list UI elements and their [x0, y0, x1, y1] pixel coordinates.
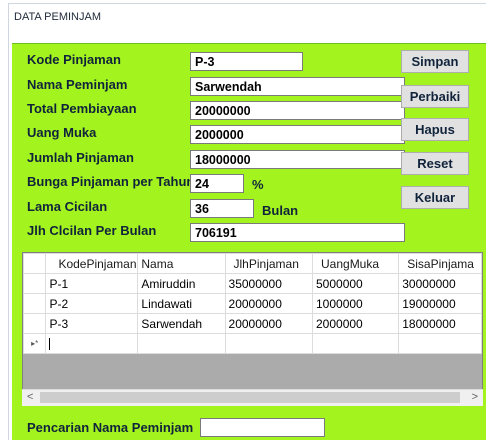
kode-pinjaman-field[interactable]: P-3	[190, 52, 303, 71]
search-input[interactable]	[200, 418, 325, 437]
cell-kodepinjaman[interactable]: P-2	[45, 293, 139, 314]
keluar-button[interactable]: Keluar	[401, 186, 469, 209]
total-pembiayaan-label: Total Pembiayaan	[27, 101, 137, 116]
col-header-nama[interactable]: Nama	[137, 253, 226, 274]
new-row-cell-jlhpinjaman[interactable]	[224, 333, 314, 354]
scroll-thumb[interactable]	[40, 392, 460, 403]
kode-pinjaman-label: Kode Pinjaman	[27, 52, 121, 67]
jumlah-pinjaman-field[interactable]: 18000000	[190, 150, 405, 169]
row-header[interactable]	[23, 273, 47, 294]
search-label: Pencarian Nama Peminjam	[27, 420, 194, 435]
peminjam-grid[interactable]: KodePinjaman Nama JlhPinjaman UangMuka S…	[22, 252, 483, 406]
cell-sisapinjaman[interactable]: 30000000	[398, 273, 482, 294]
percent-unit-label: %	[252, 177, 264, 192]
new-row-cell-uangmuka[interactable]	[311, 333, 400, 354]
cell-nama[interactable]: Lindawati	[137, 293, 226, 314]
cell-jlhpinjaman[interactable]: 20000000	[224, 293, 314, 314]
bunga-pinjaman-label: Bunga Pinjaman per Tahun	[27, 174, 195, 189]
cell-nama[interactable]: Amiruddin	[137, 273, 226, 294]
cell-kodepinjaman[interactable]: P-1	[45, 273, 139, 294]
cell-nama[interactable]: Sarwendah	[137, 313, 226, 334]
lama-cicilan-label: Lama Cicilan	[27, 199, 108, 214]
window-title: DATA PEMINJAM	[14, 11, 101, 23]
reset-button[interactable]: Reset	[401, 152, 469, 175]
new-row-marker-icon: ▸*	[23, 333, 47, 354]
col-header-sisapinjaman[interactable]: SisaPinjama	[398, 253, 482, 274]
perbaiki-button[interactable]: Perbaiki	[401, 85, 469, 108]
jlh-cicilan-field[interactable]: 706191	[190, 223, 405, 242]
table-row[interactable]: P-2 Lindawati 20000000 1000000 19000000	[23, 293, 482, 314]
cell-sisapinjaman[interactable]: 19000000	[398, 293, 482, 314]
nama-peminjam-field[interactable]: Sarwendah	[190, 77, 405, 96]
horizontal-scrollbar[interactable]: < >	[22, 389, 483, 406]
new-row-cell-nama[interactable]	[137, 333, 226, 354]
uang-muka-label: Uang Muka	[27, 125, 97, 140]
jumlah-pinjaman-label: Jumlah Pinjaman	[27, 150, 134, 165]
cell-uangmuka[interactable]: 1000000	[311, 293, 400, 314]
cell-uangmuka[interactable]: 5000000	[311, 273, 400, 294]
text-cursor	[49, 338, 51, 351]
cell-jlhpinjaman[interactable]: 20000000	[224, 313, 314, 334]
bunga-pinjaman-field[interactable]: 24	[190, 174, 244, 193]
table-row[interactable]: P-3 Sarwendah 20000000 2000000 18000000	[23, 313, 482, 334]
new-row[interactable]: ▸*	[23, 333, 482, 354]
scroll-right-icon[interactable]: >	[472, 391, 478, 403]
simpan-button[interactable]: Simpan	[401, 50, 469, 73]
row-header[interactable]	[23, 293, 47, 314]
col-header-kodepinjaman[interactable]: KodePinjaman	[45, 253, 139, 274]
grid-corner-header	[23, 253, 47, 274]
col-header-jlhpinjaman[interactable]: JlhPinjaman	[224, 253, 314, 274]
cell-uangmuka[interactable]: 2000000	[311, 313, 400, 334]
grid-header-row: KodePinjaman Nama JlhPinjaman UangMuka S…	[23, 253, 482, 274]
lama-cicilan-field[interactable]: 36	[190, 199, 254, 218]
hapus-button[interactable]: Hapus	[401, 118, 469, 141]
new-row-cell-kodepinjaman[interactable]	[45, 333, 139, 354]
scroll-left-icon[interactable]: <	[27, 391, 33, 403]
jlh-cicilan-label: Jlh Clcilan Per Bulan	[27, 223, 157, 238]
row-header[interactable]	[23, 313, 47, 334]
total-pembiayaan-field[interactable]: 20000000	[190, 101, 405, 120]
col-header-uangmuka[interactable]: UangMuka	[311, 253, 400, 274]
table-row[interactable]: P-1 Amiruddin 35000000 5000000 30000000	[23, 273, 482, 294]
new-row-cell-sisapinjaman[interactable]	[398, 333, 482, 354]
uang-muka-field[interactable]: 2000000	[190, 125, 405, 144]
cell-jlhpinjaman[interactable]: 35000000	[224, 273, 314, 294]
grid-table: KodePinjaman Nama JlhPinjaman UangMuka S…	[23, 253, 482, 354]
cell-kodepinjaman[interactable]: P-3	[45, 313, 139, 334]
cell-sisapinjaman[interactable]: 18000000	[398, 313, 482, 334]
bulan-unit-label: Bulan	[262, 203, 299, 218]
nama-peminjam-label: Nama Peminjam	[27, 77, 128, 92]
